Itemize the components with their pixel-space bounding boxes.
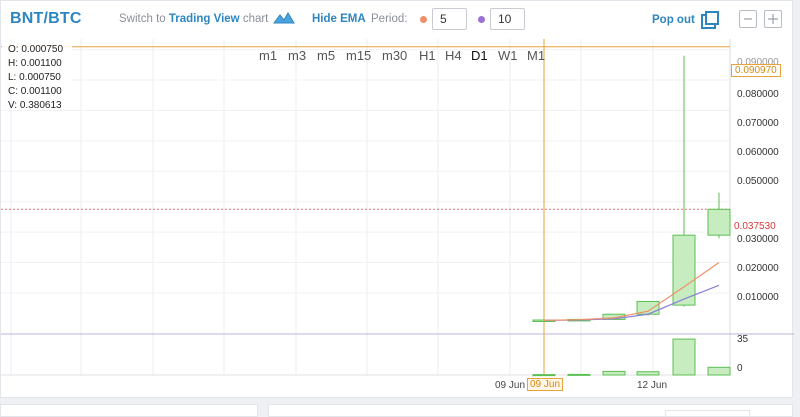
volume-bar bbox=[567, 373, 591, 376]
timeframe-d1[interactable]: D1 bbox=[471, 48, 488, 63]
pair-title: BNT/BTC bbox=[10, 10, 82, 27]
switch-suffix: chart bbox=[242, 13, 269, 25]
candle-body bbox=[672, 234, 696, 306]
ohlc-readout: O: 0.000750 H: 0.001100 L: 0.000750 C: 0… bbox=[2, 41, 72, 111]
y-tick-label: 0.080000 bbox=[737, 89, 779, 100]
y-tick-label: 0.030000 bbox=[737, 234, 779, 245]
candle-body bbox=[707, 208, 731, 236]
volume-axis-min: 0 bbox=[737, 363, 743, 374]
bottom-panel-left bbox=[0, 404, 258, 417]
chart-panel: BNT/BTC Switch to Trading View chart Hid… bbox=[0, 0, 794, 398]
timeframe-m1[interactable]: m1 bbox=[259, 48, 277, 63]
timeframe-h4[interactable]: H4 bbox=[445, 48, 462, 63]
trading-view-link[interactable]: Trading View bbox=[169, 13, 240, 25]
open-value: O: 0.000750 bbox=[8, 44, 64, 55]
y-tick-label: 0.070000 bbox=[737, 118, 779, 129]
ema-slow-color-dot bbox=[478, 16, 485, 23]
bottom-panel-tab bbox=[665, 410, 750, 417]
zoom-out-button[interactable] bbox=[739, 10, 757, 28]
y-tick-label: 0.020000 bbox=[737, 263, 779, 274]
low-value: L: 0.000750 bbox=[8, 72, 61, 83]
minus-icon bbox=[744, 18, 752, 20]
high-value: H: 0.001100 bbox=[8, 58, 62, 69]
volume-bar bbox=[602, 370, 626, 376]
x-tick-label: 09 Jun bbox=[495, 380, 526, 391]
volume-bar bbox=[636, 371, 660, 376]
trading-view-icon[interactable] bbox=[273, 11, 295, 25]
timeframe-m30[interactable]: m30 bbox=[382, 48, 407, 63]
pop-out-button[interactable]: Pop out bbox=[652, 14, 695, 26]
close-value: C: 0.001100 bbox=[8, 86, 62, 97]
y-tick-label: 0.010000 bbox=[737, 292, 779, 303]
plus-icon bbox=[768, 14, 778, 24]
volume-bar bbox=[707, 366, 731, 376]
ema-fast-color-dot bbox=[420, 16, 427, 23]
volume-value: V: 0.380613 bbox=[8, 100, 62, 111]
zoom-in-button[interactable] bbox=[764, 10, 782, 28]
high-price-tag: 0.090970 bbox=[731, 64, 781, 77]
y-tick-label: 0.060000 bbox=[737, 147, 779, 158]
volume-bar bbox=[672, 338, 696, 376]
y-tick-label: 0.050000 bbox=[737, 176, 779, 187]
volume-axis-max: 35 bbox=[737, 334, 749, 345]
last-price-tag: 0.037530 bbox=[731, 221, 779, 232]
timeframe-h1[interactable]: H1 bbox=[419, 48, 436, 63]
hide-ema-button[interactable]: Hide EMA bbox=[312, 13, 366, 25]
switch-chart-link[interactable]: Switch to Trading View chart bbox=[119, 13, 268, 25]
candlestick-chart[interactable] bbox=[1, 39, 794, 379]
chart-toolbar: BNT/BTC Switch to Trading View chart Hid… bbox=[1, 1, 794, 39]
period-label: Period: bbox=[371, 13, 408, 25]
timeframe-w1[interactable]: W1 bbox=[498, 48, 518, 63]
x-tick-label: 12 Jun bbox=[637, 380, 668, 391]
ema-fast-period-input[interactable] bbox=[432, 8, 467, 30]
switch-prefix: Switch to bbox=[119, 13, 166, 25]
timeframe-m15[interactable]: m15 bbox=[346, 48, 371, 63]
ema-slow-period-input[interactable] bbox=[490, 8, 525, 30]
timeframe-mo1[interactable]: M1 bbox=[527, 48, 545, 63]
timeframe-m3[interactable]: m3 bbox=[288, 48, 306, 63]
pop-out-icon[interactable] bbox=[701, 11, 719, 29]
volume-bar bbox=[532, 374, 556, 377]
timeframe-m5[interactable]: m5 bbox=[317, 48, 335, 63]
cursor-date-tag: 09 Jun bbox=[527, 378, 564, 391]
